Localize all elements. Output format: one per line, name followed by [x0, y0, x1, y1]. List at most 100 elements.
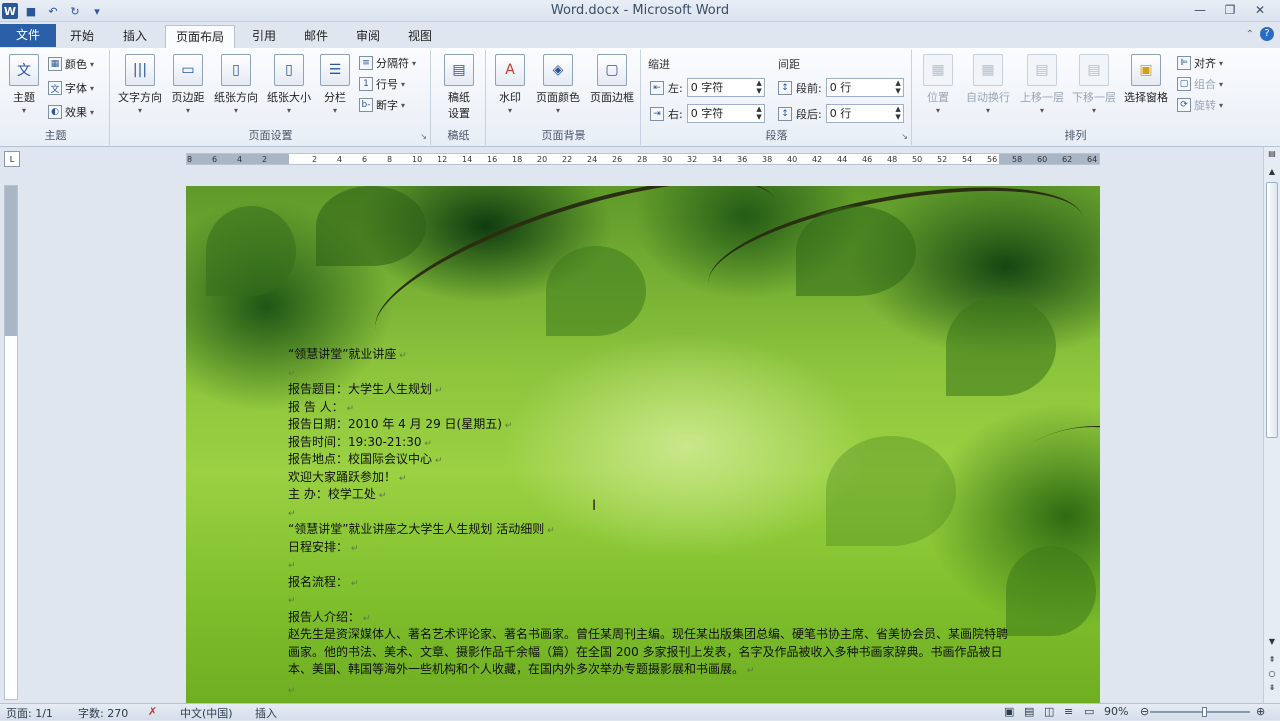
theme-effects-button[interactable]: ◐ 效果 ▾: [48, 102, 94, 122]
horizontal-ruler[interactable]: 8 6 4 2 2 4 6 8 10 12 14 16 18 20 22 24 26 28 30 32 34 36 38 40…: [186, 153, 1100, 165]
print-layout-icon[interactable]: ▣: [1004, 705, 1014, 718]
browse-object-icon[interactable]: ○: [1264, 669, 1280, 683]
send-backward-button[interactable]: ▤ 下移一层 ▾: [1067, 54, 1121, 115]
ruler-top-margin: [5, 186, 17, 336]
document-line[interactable]: 报名流程： ↵: [288, 574, 1008, 592]
document-body[interactable]: “领慧讲堂”就业讲座 ↵ ↵ 报告题目：大学生人生规划 ↵ 报 告 人： ↵ 报告日期…: [288, 346, 1008, 698]
ruler-toggle-icon[interactable]: ▤: [1264, 149, 1280, 163]
hyphenation-button[interactable]: b- 断字 ▾: [359, 95, 405, 115]
insert-mode[interactable]: 插入: [255, 705, 277, 721]
restore-icon[interactable]: ❐: [1216, 1, 1244, 19]
document-line[interactable]: ↵: [288, 681, 1008, 699]
vertical-scrollbar[interactable]: ▤ ▲ ▼ ⇞ ○ ⇟: [1263, 147, 1280, 703]
document-line[interactable]: 日程安排： ↵: [288, 539, 1008, 557]
theme-fonts-button[interactable]: 文字体 ▾: [48, 78, 94, 98]
tab-page-layout[interactable]: 页面布局: [165, 25, 236, 48]
zoom-slider-thumb[interactable]: [1202, 707, 1207, 717]
document-line[interactable]: 欢迎大家踊跃参加！ ↵: [288, 469, 1008, 487]
ruler-tick: 2: [262, 155, 268, 164]
indent-right-input[interactable]: 0 字符 ▲ ▼: [686, 104, 765, 123]
page-color-button[interactable]: ◈ 页面颜色 ▾: [531, 54, 585, 115]
spinner-icon[interactable]: ▲ ▼: [895, 79, 900, 95]
tab-view[interactable]: 视图: [398, 25, 442, 48]
tab-selector-icon[interactable]: L: [4, 151, 20, 167]
zoom-out-icon[interactable]: ⊖: [1140, 705, 1149, 718]
document-line[interactable]: ↵: [288, 364, 1008, 382]
ruler-tick: 10: [412, 155, 423, 164]
scrollbar-thumb[interactable]: [1266, 182, 1278, 438]
tab-review[interactable]: 审阅: [346, 25, 390, 48]
document-line[interactable]: 报告时间：19:30-21:30 ↵: [288, 434, 1008, 452]
document-line[interactable]: ↵: [288, 504, 1008, 522]
outline-icon[interactable]: ≡: [1064, 705, 1073, 718]
watermark-button[interactable]: A 水印 ▾: [491, 54, 529, 115]
web-layout-icon[interactable]: ◫: [1044, 705, 1054, 718]
proofing-icon[interactable]: ✗: [148, 705, 157, 718]
spacing-after-input[interactable]: 0 行 ▲ ▼: [825, 104, 904, 123]
prev-page-icon[interactable]: ⇞: [1264, 655, 1280, 669]
draft-settings-button[interactable]: ▤ 稿纸 设置: [438, 54, 480, 121]
document-line[interactable]: ↵: [288, 556, 1008, 574]
document-line[interactable]: ↵: [288, 591, 1008, 609]
dialog-launcher-icon[interactable]: ↘: [901, 132, 908, 141]
bring-forward-button[interactable]: ▤ 上移一层 ▾: [1015, 54, 1069, 115]
document-line[interactable]: 报 告 人： ↵: [288, 399, 1008, 417]
themes-button[interactable]: 文 主题 ▾: [6, 54, 42, 115]
line-numbers-button[interactable]: 1 行号 ▾: [359, 74, 405, 94]
document-line[interactable]: 主 办：校学工处 ↵: [288, 486, 1008, 504]
tab-references[interactable]: 引用: [242, 25, 286, 48]
scroll-down-icon[interactable]: ▼: [1264, 637, 1280, 651]
zoom-level[interactable]: 90%: [1104, 705, 1128, 718]
ruler-tick: 28: [637, 155, 648, 164]
selection-pane-button[interactable]: ▣ 选择窗格: [1119, 54, 1173, 105]
spacing-before-input[interactable]: 0 行 ▲ ▼: [825, 78, 904, 97]
chevron-down-icon: ▾: [137, 106, 142, 115]
close-icon[interactable]: ✕: [1246, 1, 1274, 19]
document-line[interactable]: 赵先生是资深媒体人、著名艺术评论家、著名书画家。曾任某周刊主编。现任某出版集团总…: [288, 626, 1008, 681]
position-button[interactable]: ▦ 位置 ▾: [917, 54, 959, 115]
margins-icon: ▭: [173, 54, 203, 86]
document-line[interactable]: “领慧讲堂”就业讲座之大学生人生规划 活动细则 ↵: [288, 521, 1008, 539]
minimize-icon[interactable]: —: [1186, 1, 1214, 19]
page-count[interactable]: 页面: 1/1: [6, 705, 53, 721]
orientation-button[interactable]: ▯ 纸张方向 ▾: [211, 54, 261, 115]
document-line[interactable]: 报告题目：大学生人生规划 ↵: [288, 381, 1008, 399]
tab-home[interactable]: 开始: [60, 25, 104, 48]
spinner-icon[interactable]: ▲ ▼: [895, 105, 900, 121]
tab-file[interactable]: 文件: [0, 24, 56, 47]
page-borders-button[interactable]: ▢ 页面边框: [585, 54, 639, 105]
document-line[interactable]: 报告地点：校国际会议中心 ↵: [288, 451, 1008, 469]
tab-insert[interactable]: 插入: [113, 25, 157, 48]
page-size-button[interactable]: ▯ 纸张大小 ▾: [263, 54, 315, 115]
theme-colors-button[interactable]: ▦ 颜色 ▾: [48, 54, 94, 74]
document-page[interactable]: “领慧讲堂”就业讲座 ↵ ↵ 报告题目：大学生人生规划 ↵ 报 告 人： ↵ 报告日期…: [186, 186, 1100, 703]
dialog-launcher-icon[interactable]: ↘: [420, 132, 427, 141]
minimize-ribbon-icon[interactable]: ⌃: [1246, 29, 1254, 40]
group-objects-button[interactable]: ▢ 组合 ▾: [1177, 74, 1223, 94]
breaks-button[interactable]: ≡ 分隔符 ▾: [359, 53, 416, 73]
wrap-text-button[interactable]: ▦ 自动换行 ▾: [961, 54, 1015, 115]
language[interactable]: 中文(中国): [180, 705, 233, 721]
document-line[interactable]: “领慧讲堂”就业讲座 ↵: [288, 346, 1008, 364]
align-button[interactable]: ⊫ 对齐 ▾: [1177, 53, 1223, 73]
vertical-ruler[interactable]: [4, 185, 18, 700]
next-page-icon[interactable]: ⇟: [1264, 683, 1280, 697]
help-icon[interactable]: ?: [1260, 27, 1274, 41]
document-line[interactable]: 报告日期：2010 年 4 月 29 日(星期五) ↵: [288, 416, 1008, 434]
rotate-button[interactable]: ⟳ 旋转 ▾: [1177, 95, 1223, 115]
scroll-up-icon[interactable]: ▲: [1264, 167, 1280, 181]
tab-mailings[interactable]: 邮件: [294, 25, 338, 48]
spinner-icon[interactable]: ▲ ▼: [756, 79, 761, 95]
full-screen-icon[interactable]: ▤: [1024, 705, 1034, 718]
margins-button[interactable]: ▭ 页边距 ▾: [167, 54, 209, 115]
indent-left-input[interactable]: 0 字符 ▲ ▼: [686, 78, 765, 97]
document-line[interactable]: 报告人介绍： ↵: [288, 609, 1008, 627]
document-line-text: 报告日期：2010 年 4 月 29 日(星期五): [288, 417, 502, 431]
zoom-slider[interactable]: [1150, 711, 1250, 713]
zoom-in-icon[interactable]: ⊕: [1256, 705, 1265, 718]
text-direction-button[interactable]: ||| 文字方向 ▾: [115, 54, 165, 115]
columns-button[interactable]: ☰ 分栏 ▾: [317, 54, 353, 115]
spinner-icon[interactable]: ▲ ▼: [756, 105, 761, 121]
word-count[interactable]: 字数: 270: [78, 705, 128, 721]
draft-icon[interactable]: ▭: [1084, 705, 1094, 718]
